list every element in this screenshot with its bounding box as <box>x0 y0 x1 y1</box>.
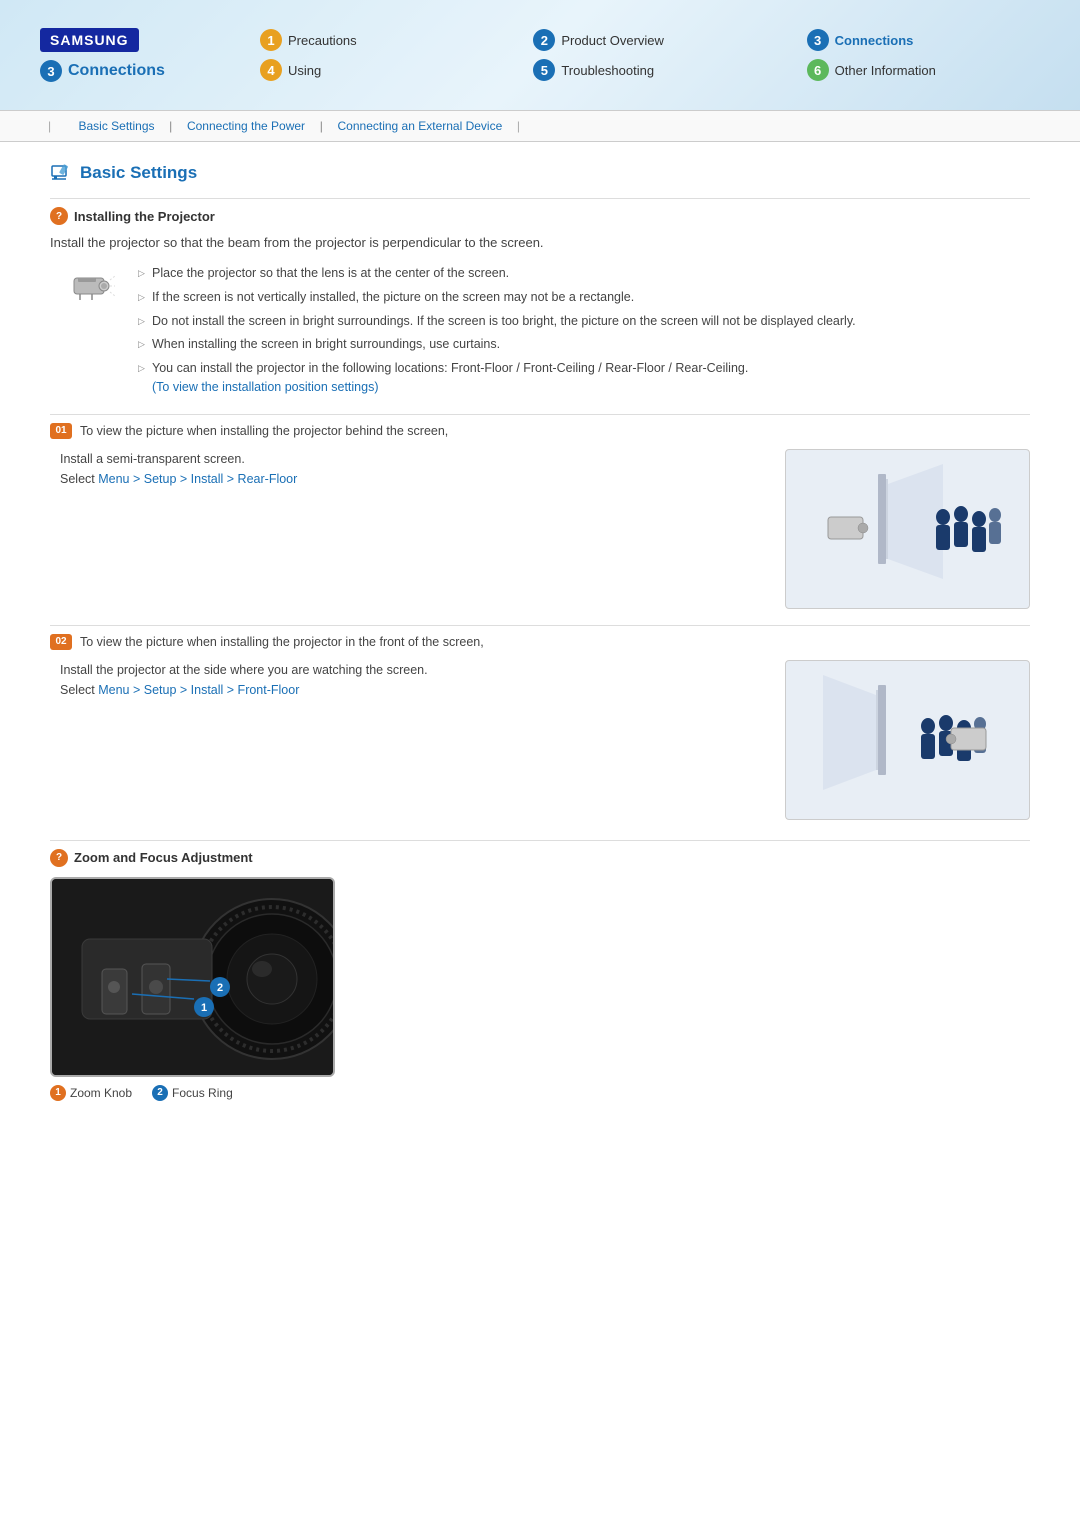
nav-num-5: 5 <box>533 59 555 81</box>
breadcrumb-connecting-power[interactable]: Connecting the Power <box>187 119 305 133</box>
step-02-menu-path[interactable]: Menu > Setup > Install > Front-Floor <box>98 683 299 697</box>
section-title-basic-settings: Basic Settings <box>50 162 1030 184</box>
zoom-section: ? Zoom and Focus Adjustment <box>50 840 1030 1101</box>
zoom-knob-num: 1 <box>50 1085 66 1101</box>
installing-title-text: Installing the Projector <box>74 209 215 224</box>
installing-badge: ? <box>50 207 68 225</box>
nav-num-3: 3 <box>807 29 829 51</box>
nav-label-using: Using <box>288 63 321 78</box>
step-01-menu: Select Menu > Setup > Install > Rear-Flo… <box>60 469 755 489</box>
front-floor-diagram <box>803 670 1013 810</box>
focus-ring-text: Focus Ring <box>172 1086 233 1100</box>
connections-badge: 3 Connections <box>40 60 165 82</box>
step-01-header: 01 To view the picture when installing t… <box>50 423 1030 439</box>
breadcrumb-separator-end: | <box>510 119 520 133</box>
installation-position-link[interactable]: (To view the installation position setti… <box>152 380 379 394</box>
nav-label-connections: Connections <box>835 33 914 48</box>
installing-bullets: Place the projector so that the lens is … <box>138 264 856 402</box>
step-02-text: To view the picture when installing the … <box>80 635 484 649</box>
nav-label-troubleshooting: Troubleshooting <box>561 63 654 78</box>
basic-settings-icon <box>50 162 72 184</box>
bullet-1: Place the projector so that the lens is … <box>138 264 856 283</box>
nav-using[interactable]: 4 Using <box>260 59 493 81</box>
projector-icon-box <box>70 264 118 402</box>
nav-product-overview[interactable]: 2 Product Overview <box>533 29 766 51</box>
step-01-row: 01 To view the picture when installing t… <box>50 414 1030 609</box>
header-left: SAMSUNG 3 Connections <box>40 28 200 82</box>
nav-precautions[interactable]: 1 Precautions <box>260 29 493 51</box>
zoom-badge: ? <box>50 849 68 867</box>
nav-num-1: 1 <box>260 29 282 51</box>
bullet-2: If the screen is not vertically installe… <box>138 288 856 307</box>
focus-ring-label: 2 Focus Ring <box>152 1085 233 1101</box>
step-01-body1: Install a semi-transparent screen. <box>60 449 755 469</box>
step-01-content: Install a semi-transparent screen. Selec… <box>60 449 1030 609</box>
zoom-labels: 1 Zoom Knob 2 Focus Ring <box>50 1085 1030 1101</box>
zoom-knob-label: 1 Zoom Knob <box>50 1085 132 1101</box>
step-01-menu-path[interactable]: Menu > Setup > Install > Rear-Floor <box>98 472 297 486</box>
rear-floor-diagram <box>803 459 1013 599</box>
breadcrumb-basic-settings[interactable]: Basic Settings <box>78 119 154 133</box>
nav-label-product-overview: Product Overview <box>561 33 664 48</box>
breadcrumb-sep-1: | <box>163 119 179 133</box>
nav-num-6: 6 <box>807 59 829 81</box>
breadcrumb-connecting-external[interactable]: Connecting an External Device <box>338 119 503 133</box>
nav-grid: 1 Precautions 2 Product Overview 3 Conne… <box>260 29 1040 81</box>
zoom-image: 1 2 <box>50 877 335 1077</box>
step-02-content: Install the projector at the side where … <box>60 660 1030 820</box>
installing-content: Place the projector so that the lens is … <box>70 264 1030 402</box>
step-01-image <box>785 449 1030 609</box>
step-02-menu: Select Menu > Setup > Install > Front-Fl… <box>60 680 755 700</box>
nav-other[interactable]: 6 Other Information <box>807 59 1040 81</box>
step-02-image <box>785 660 1030 820</box>
zoom-knob-text: Zoom Knob <box>70 1086 132 1100</box>
focus-ring-num: 2 <box>152 1085 168 1101</box>
breadcrumb-sep-2: | <box>313 119 329 133</box>
connections-num: 3 <box>40 60 62 82</box>
step-01-description: Install a semi-transparent screen. Selec… <box>60 449 755 609</box>
section-title-text: Basic Settings <box>80 163 197 183</box>
svg-text:2: 2 <box>217 982 223 994</box>
step-02-description: Install the projector at the side where … <box>60 660 755 820</box>
projector-icon <box>72 268 116 304</box>
breadcrumb-separator-0: | <box>48 119 51 133</box>
samsung-logo: SAMSUNG <box>40 28 139 52</box>
subsection-zoom: ? Zoom and Focus Adjustment <box>50 840 1030 1101</box>
installing-intro: Install the projector so that the beam f… <box>50 235 1030 250</box>
svg-text:1: 1 <box>201 1002 207 1014</box>
nav-num-2: 2 <box>533 29 555 51</box>
bullet-4: When installing the screen in bright sur… <box>138 335 856 354</box>
nav-troubleshooting[interactable]: 5 Troubleshooting <box>533 59 766 81</box>
subsection-installing: ? Installing the Projector Install the p… <box>50 198 1030 402</box>
bullet-3: Do not install the screen in bright surr… <box>138 312 856 331</box>
breadcrumb: | Basic Settings | Connecting the Power … <box>0 110 1080 142</box>
connections-label: Connections <box>68 62 165 80</box>
subsection-installing-title: ? Installing the Projector <box>50 207 1030 225</box>
bullet-5: You can install the projector in the fol… <box>138 359 856 397</box>
nav-num-4: 4 <box>260 59 282 81</box>
step-02-body1: Install the projector at the side where … <box>60 660 755 680</box>
step-02-num: 02 <box>50 634 72 650</box>
subsection-zoom-title: ? Zoom and Focus Adjustment <box>50 849 1030 867</box>
zoom-title-text: Zoom and Focus Adjustment <box>74 850 253 865</box>
step-02-header: 02 To view the picture when installing t… <box>50 634 1030 650</box>
header: SAMSUNG 3 Connections 1 Precautions 2 Pr… <box>0 0 1080 110</box>
nav-label-other: Other Information <box>835 63 936 78</box>
nav-label-precautions: Precautions <box>288 33 357 48</box>
zoom-lens-diagram: 1 2 <box>52 879 335 1077</box>
nav-connections[interactable]: 3 Connections <box>807 29 1040 51</box>
step-02-row: 02 To view the picture when installing t… <box>50 625 1030 820</box>
main-content: Basic Settings ? Installing the Projecto… <box>0 142 1080 1153</box>
step-01-num: 01 <box>50 423 72 439</box>
step-01-text: To view the picture when installing the … <box>80 424 448 438</box>
